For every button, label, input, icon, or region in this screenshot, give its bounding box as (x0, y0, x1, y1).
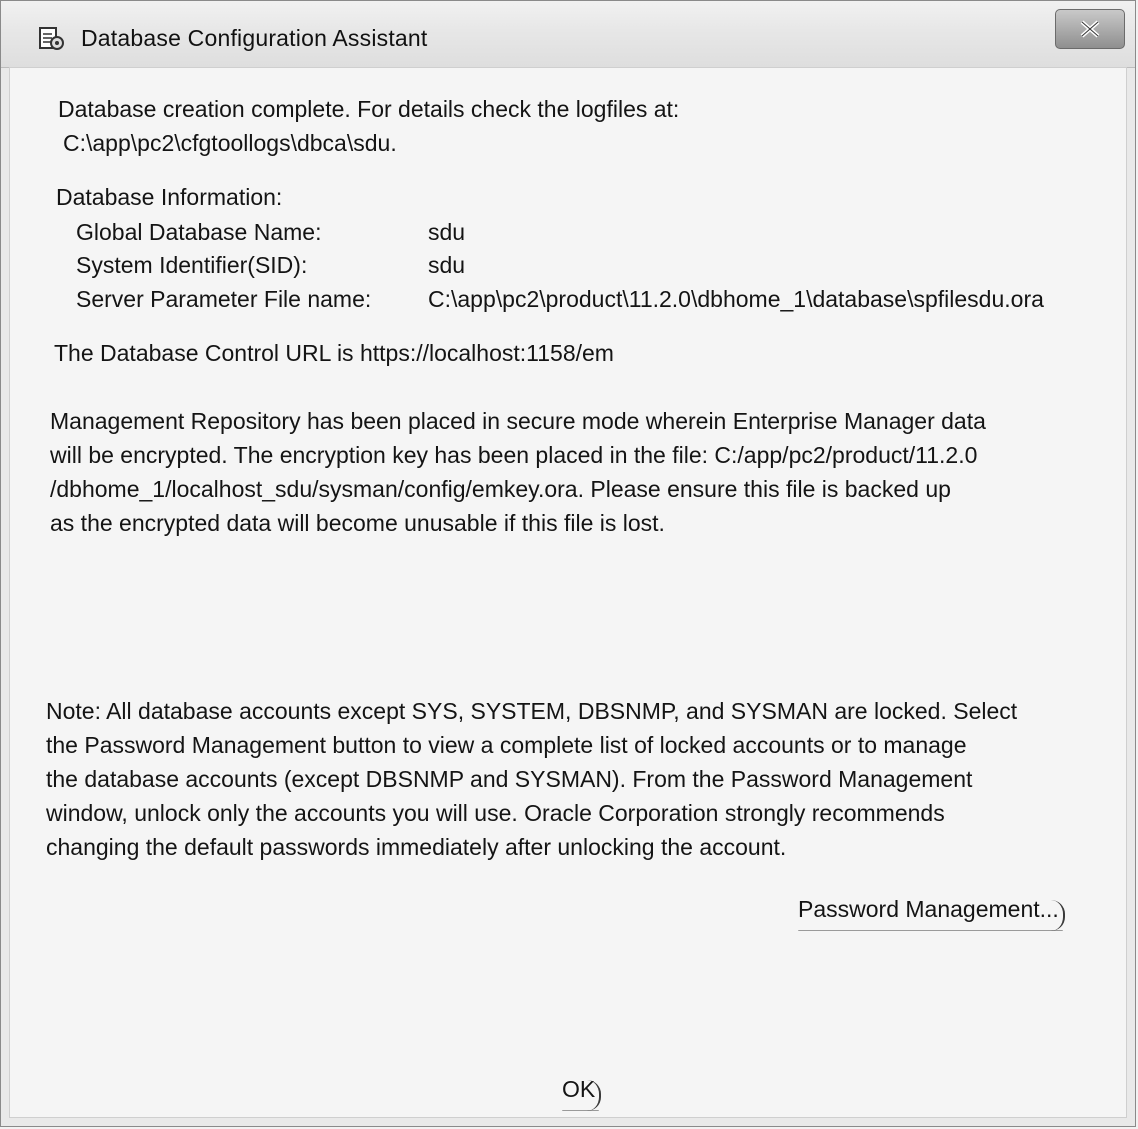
close-button[interactable] (1055, 9, 1125, 49)
info-value: sdu (428, 252, 466, 278)
info-label: Server Parameter File name: (76, 286, 372, 312)
database-info-heading: Database Information: (56, 184, 283, 210)
ok-button[interactable]: OK (562, 1076, 602, 1111)
repository-message: Management Repository has been placed in… (50, 404, 986, 540)
completion-message: Database creation complete. For details … (58, 96, 680, 122)
text-line: as the encrypted data will become unusab… (50, 510, 665, 536)
text-line: Note: All database accounts except SYS, … (46, 698, 1018, 724)
logfile-path: C:\app\pc2\cfgtoollogs\dbca\sdu. (63, 130, 397, 156)
dialog-content: Database creation complete. For details … (9, 67, 1127, 1118)
password-management-button[interactable]: Password Management... (798, 896, 1065, 931)
info-value: sdu (428, 219, 466, 245)
control-url-line: The Database Control URL is https://loca… (54, 340, 614, 366)
dbca-window: Database Configuration Assistant Databas… (0, 0, 1136, 1127)
title-bar[interactable]: Database Configuration Assistant (1, 1, 1135, 68)
info-label: System Identifier(SID): (76, 252, 308, 278)
locked-accounts-note: Note: All database accounts except SYS, … (46, 694, 1017, 864)
text-line: will be encrypted. The encryption key ha… (50, 442, 978, 468)
text-line: /dbhome_1/localhost_sdu/sysman/config/em… (50, 476, 951, 502)
info-label: Global Database Name: (76, 219, 322, 245)
info-value: C:\app\pc2\product\11.2.0\dbhome_1\datab… (428, 286, 1044, 312)
window-title: Database Configuration Assistant (81, 25, 428, 51)
text-line: the Password Management button to view a… (46, 732, 967, 758)
text-line: the database accounts (except DBSNMP and… (46, 766, 973, 792)
close-icon (1080, 20, 1100, 38)
text-line: changing the default passwords immediate… (46, 834, 787, 860)
text-line: window, unlock only the accounts you wil… (46, 800, 945, 826)
app-icon (39, 27, 64, 50)
text-line: Management Repository has been placed in… (50, 408, 986, 434)
